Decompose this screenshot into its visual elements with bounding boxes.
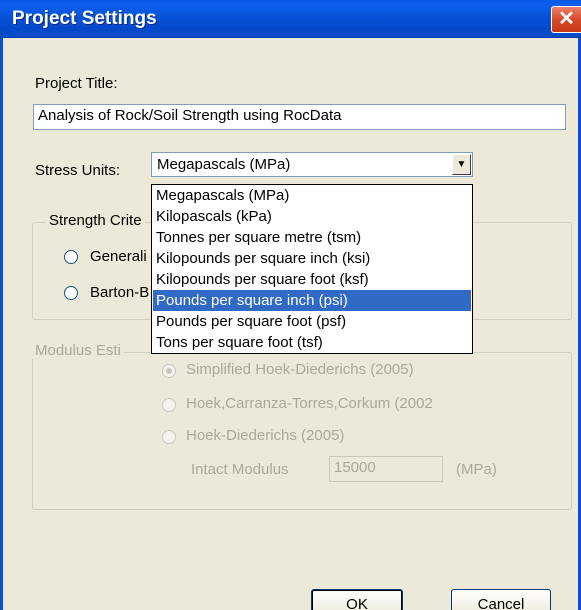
radio-modulus-hd[interactable]: [162, 430, 176, 444]
modulus-estimation-legend: Modulus Esti: [32, 342, 124, 359]
dropdown-option-psi[interactable]: Pounds per square inch (psi): [153, 290, 471, 311]
dropdown-option-ksf[interactable]: Kilopounds per square foot (ksf): [153, 269, 471, 290]
stress-units-selected-value: Megapascals (MPa): [157, 156, 291, 173]
chevron-down-icon: ▼: [456, 159, 467, 170]
intact-modulus-unit: (MPa): [456, 461, 497, 478]
radio-modulus-simplified-hd[interactable]: [162, 364, 176, 378]
window-frame-left: [0, 38, 3, 610]
radio-strength-generalized-label: Generali: [90, 248, 147, 265]
dropdown-option-tsf[interactable]: Tons per square foot (tsf): [153, 332, 471, 353]
cancel-button[interactable]: Cancel: [451, 589, 551, 610]
dropdown-option-kpa[interactable]: Kilopascals (kPa): [153, 206, 471, 227]
combo-dropdown-button[interactable]: ▼: [452, 154, 471, 175]
dropdown-option-tsm[interactable]: Tonnes per square metre (tsm): [153, 227, 471, 248]
dropdown-option-mpa[interactable]: Megapascals (MPa): [153, 185, 471, 206]
close-icon: ✕: [558, 8, 575, 30]
intact-modulus-input[interactable]: 15000: [329, 456, 443, 482]
radio-modulus-hd-label: Hoek-Diederichs (2005): [186, 427, 345, 444]
project-title-input[interactable]: Analysis of Rock/Soil Strength using Roc…: [33, 104, 566, 130]
stress-units-select[interactable]: Megapascals (MPa) ▼: [151, 152, 473, 177]
project-title-label: Project Title:: [35, 75, 118, 92]
radio-modulus-hct[interactable]: [162, 398, 176, 412]
window-title: Project Settings: [12, 8, 157, 29]
radio-modulus-hct-label: Hoek,Carranza-Torres,Corkum (2002: [186, 395, 433, 412]
radio-strength-barton[interactable]: [64, 286, 78, 300]
dropdown-option-psf[interactable]: Pounds per square foot (psf): [153, 311, 471, 332]
dropdown-option-ksi[interactable]: Kilopounds per square inch (ksi): [153, 248, 471, 269]
intact-modulus-value: 15000: [334, 459, 376, 476]
stress-units-label: Stress Units:: [35, 162, 121, 179]
stress-units-dropdown-list: Megapascals (MPa) Kilopascals (kPa) Tonn…: [151, 184, 473, 354]
close-button[interactable]: ✕: [551, 6, 581, 33]
title-bar[interactable]: Project Settings ✕: [0, 0, 581, 38]
radio-strength-generalized[interactable]: [64, 250, 78, 264]
ok-button[interactable]: OK: [311, 589, 403, 610]
project-title-value: Analysis of Rock/Soil Strength using Roc…: [38, 107, 342, 124]
radio-strength-barton-label: Barton-B: [90, 284, 150, 301]
strength-criterion-legend: Strength Crite: [46, 212, 145, 229]
radio-modulus-simplified-hd-label: Simplified Hoek-Diederichs (2005): [186, 361, 414, 378]
intact-modulus-label: Intact Modulus: [191, 461, 289, 478]
